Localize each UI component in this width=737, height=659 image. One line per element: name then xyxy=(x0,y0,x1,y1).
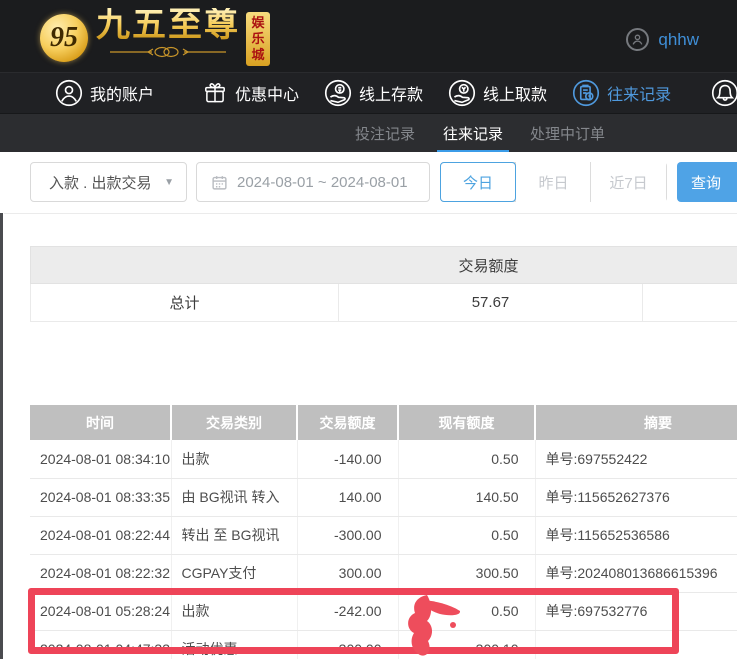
cell-balance: 0.50 xyxy=(398,592,536,631)
cell-amount: -242.00 xyxy=(297,592,399,631)
tab-transaction-records[interactable]: 往来记录 xyxy=(437,114,510,153)
cell-balance: 0.50 xyxy=(398,440,536,479)
quick-range-last7days[interactable]: 近7日 xyxy=(590,162,666,202)
tab-pending-orders[interactable]: 处理中订单 xyxy=(530,114,605,153)
cell-time: 2024-08-01 05:28:24 xyxy=(30,592,172,631)
calendar-icon xyxy=(212,175,227,190)
quick-range-today[interactable]: 今日 xyxy=(440,162,516,202)
cell-amount: 300.00 xyxy=(297,554,399,593)
nav-item-label: 线上存款 xyxy=(359,87,424,104)
nav-item-promos[interactable]: 优惠中心 xyxy=(202,79,299,107)
transactions-body: 2024-08-01 08:34:10 出款 -140.00 0.50 单号:69755… xyxy=(30,440,737,659)
cell-memo: 单号:697552422 xyxy=(535,440,737,479)
transaction-type-select[interactable]: 入款 . 出款交易 ▼ xyxy=(30,162,187,202)
user-icon xyxy=(55,79,83,107)
tab-bet-records[interactable]: 投注记录 xyxy=(355,114,415,153)
username: qhhw xyxy=(658,29,699,49)
gift-icon xyxy=(202,79,228,107)
cell-type: 转出 至 BG视讯 xyxy=(171,516,298,555)
column-header: 交易类别 xyxy=(171,405,298,440)
summary-empty-cell xyxy=(641,283,737,322)
cell-time: 2024-08-01 08:22:44 xyxy=(30,516,172,555)
page: 95 九五至尊 娱乐城 qhhw 我的账户 优惠中心 线上存款 线上取款 往来记… xyxy=(0,0,737,659)
brand-emblem-icon: 95 xyxy=(40,14,88,62)
cell-type: 出款 xyxy=(171,592,298,631)
nav-item-label: 往来记录 xyxy=(607,87,672,104)
records-icon xyxy=(572,79,600,107)
screen-edge xyxy=(0,152,3,659)
nav-item-label: 线上取款 xyxy=(483,87,548,104)
brand-title: 九五至尊 xyxy=(96,7,240,44)
nav-item-records[interactable]: 往来记录 xyxy=(572,79,671,107)
date-range-input[interactable]: 2024-08-01 ~ 2024-08-01 xyxy=(196,162,430,202)
cell-type: CGPAY支付 xyxy=(171,554,298,593)
cell-time: 2024-08-01 08:34:10 xyxy=(30,440,172,479)
table-row: 2024-08-01 08:33:35 由 BG视讯 转入 140.00 140.50… xyxy=(30,478,737,517)
tab-label: 往来记录 xyxy=(443,126,504,143)
column-header: 交易额度 xyxy=(297,405,399,440)
nav-item-withdraw[interactable]: 线上取款 xyxy=(448,79,547,107)
cell-amount: -140.00 xyxy=(297,440,399,479)
withdraw-icon xyxy=(448,79,476,107)
cell-balance: 140.50 xyxy=(398,478,536,517)
cell-time: 2024-08-01 08:22:32 xyxy=(30,554,172,593)
quick-range-group: 今日 昨日 近7日 xyxy=(440,162,667,202)
user-menu[interactable]: qhhw xyxy=(626,28,737,51)
nav-item-messages[interactable]: 信 xyxy=(711,79,737,107)
table-row: 2024-08-01 08:22:32 CGPAY支付 300.00 300.50 单号… xyxy=(30,554,737,593)
transactions-table: 时间 交易类别 交易额度 现有额度 摘要 2024-08-01 08:34:10 出款 -1… xyxy=(30,405,737,659)
column-header: 现有额度 xyxy=(398,405,536,440)
search-button[interactable]: 查询 xyxy=(677,162,737,202)
column-header: 时间 xyxy=(30,405,172,440)
summary-total: 57.67 xyxy=(338,283,643,322)
cell-time: 2024-08-01 04:47:33 xyxy=(30,630,172,659)
cell-balance: 300.10 xyxy=(398,630,536,659)
table-row: 2024-08-01 05:28:24 出款 -242.00 0.50 单号:69753… xyxy=(30,592,737,631)
cell-memo: 单号:115652627376 xyxy=(535,478,737,517)
table-row: 2024-08-01 04:47:33 活动优惠 300.00 300.10 xyxy=(30,630,737,659)
cell-memo xyxy=(535,630,737,659)
summary-row-label: 总计 xyxy=(30,283,339,322)
summary-header: 交易额度 xyxy=(29,246,737,284)
deposit-icon xyxy=(324,79,352,107)
summary-row: 总计 57.67 xyxy=(30,283,737,322)
nav-item-label: 我的账户 xyxy=(90,87,155,104)
divider xyxy=(4,213,737,214)
cell-amount: 300.00 xyxy=(297,630,399,659)
cell-type: 出款 xyxy=(171,440,298,479)
cell-time: 2024-08-01 08:33:35 xyxy=(30,478,172,517)
cell-balance: 300.50 xyxy=(398,554,536,593)
main-nav: 我的账户 优惠中心 线上存款 线上取款 往来记录 信 xyxy=(0,72,737,113)
table-row: 2024-08-01 08:34:10 出款 -140.00 0.50 单号:69755… xyxy=(30,440,737,479)
nav-item-deposit[interactable]: 线上存款 xyxy=(324,79,423,107)
tab-label: 投注记录 xyxy=(355,126,416,143)
summary-table: 交易额度 总计 57.67 xyxy=(29,246,737,322)
tab-label: 处理中订单 xyxy=(530,126,606,143)
cell-memo: 单号:115652536586 xyxy=(535,516,737,555)
cell-balance: 0.50 xyxy=(398,516,536,555)
cell-memo: 单号:697532776 xyxy=(535,592,737,631)
user-avatar-icon xyxy=(626,28,650,51)
top-header: 95 九五至尊 娱乐城 qhhw xyxy=(0,0,737,72)
cell-memo: 单号:202408013686615396 xyxy=(535,554,737,593)
table-row: 2024-08-01 08:22:44 转出 至 BG视讯 -300.00 0.50 单… xyxy=(30,516,737,555)
chevron-down-icon: ▼ xyxy=(164,176,174,188)
transactions-header-row: 时间 交易类别 交易额度 现有额度 摘要 xyxy=(30,405,737,440)
bell-icon xyxy=(711,79,737,107)
record-tabs: 投注记录 往来记录 处理中订单 xyxy=(0,113,737,153)
cell-amount: -300.00 xyxy=(297,516,399,555)
cell-type: 由 BG视讯 转入 xyxy=(171,478,298,517)
transaction-type-value: 入款 . 出款交易 xyxy=(49,174,152,192)
cell-type: 活动优惠 xyxy=(171,630,298,659)
cell-amount: 140.00 xyxy=(297,478,399,517)
quick-range-yesterday[interactable]: 昨日 xyxy=(515,162,591,202)
flourish-icon xyxy=(110,46,226,58)
column-header: 摘要 xyxy=(535,405,737,440)
brand-subtitle: 娱乐城 xyxy=(246,12,270,66)
brand-logo[interactable]: 95 九五至尊 娱乐城 xyxy=(40,8,270,66)
nav-item-label: 优惠中心 xyxy=(235,87,300,104)
nav-item-account[interactable]: 我的账户 xyxy=(55,79,154,107)
filter-bar: 入款 . 出款交易 ▼ 2024-08-01 ~ 2024-08-01 今日 昨日… xyxy=(0,152,737,214)
date-range-value: 2024-08-01 ~ 2024-08-01 xyxy=(237,173,408,191)
